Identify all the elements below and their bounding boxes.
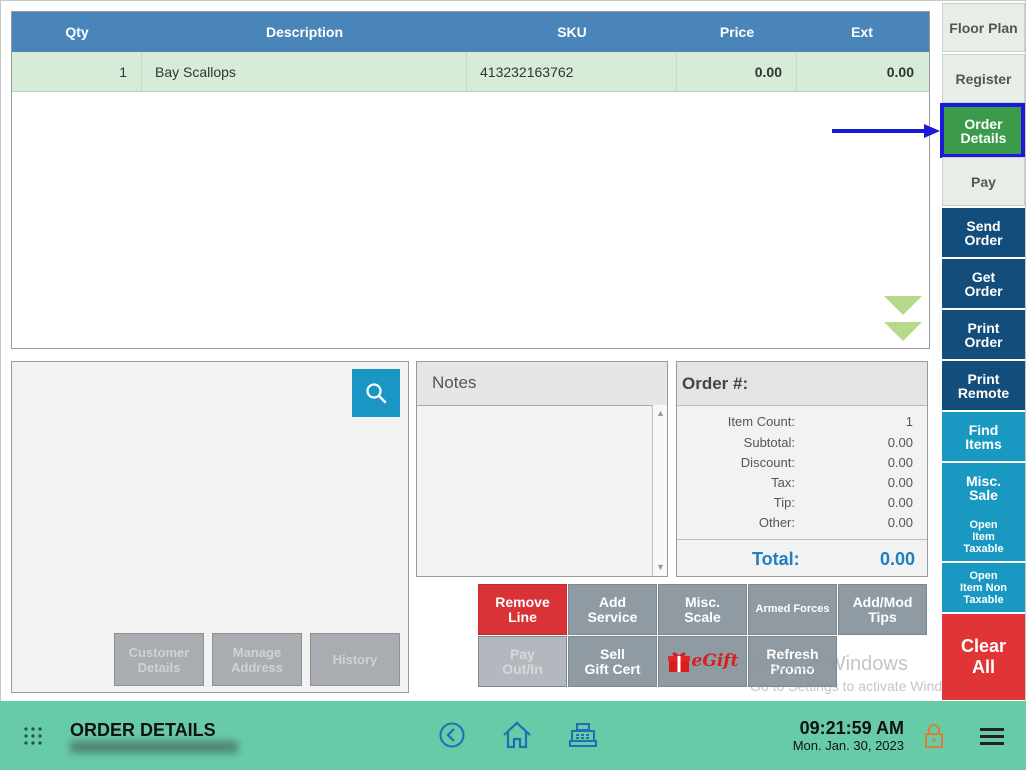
- header-qty: Qty: [65, 24, 89, 40]
- open-item-non-taxable-button[interactable]: Open Item Non Taxable: [942, 563, 1025, 612]
- summary-value: 0.00: [887, 495, 913, 510]
- history-button[interactable]: History: [310, 633, 400, 686]
- pointer-arrow-icon: [832, 124, 940, 138]
- sell-gift-cert-button[interactable]: Sell Gift Cert: [568, 636, 657, 687]
- cell-sku: 413232163762: [467, 52, 677, 91]
- clock-date: Mon. Jan. 30, 2023: [792, 738, 904, 753]
- menu-icon[interactable]: [978, 723, 1006, 749]
- cell-description: Bay Scallops: [142, 52, 467, 91]
- summary-label: Tip:: [773, 495, 795, 510]
- total-value: 0.00: [879, 549, 915, 569]
- order-number-label: Order #:: [682, 374, 749, 393]
- pay-out-in-button[interactable]: Pay Out/In: [478, 636, 567, 687]
- customer-details-button[interactable]: Customer Details: [114, 633, 204, 686]
- cell-price: 0.00: [677, 52, 797, 91]
- egift-label: eGift: [691, 651, 739, 671]
- notes-panel: Notes ▲ ▼: [416, 361, 668, 577]
- summary-line-discount: Discount: 0.00: [677, 453, 927, 473]
- header-price: Price: [719, 24, 755, 40]
- get-order-button[interactable]: Get Order: [942, 259, 1025, 308]
- footer-bar: ORDER DETAILS 09:21:59 AM Mon. Jan. 30, …: [0, 701, 1026, 770]
- clock-time: 09:21:59 AM: [799, 718, 904, 738]
- activation-watermark-title: Activate Windows: [750, 653, 908, 675]
- manage-address-button[interactable]: Manage Address: [212, 633, 302, 686]
- print-order-button[interactable]: Print Order: [942, 310, 1025, 359]
- header-sku: SKU: [557, 24, 587, 40]
- misc-scale-button[interactable]: Misc. Scale: [658, 584, 747, 635]
- summary-line-subtotal: Subtotal: 0.00: [677, 433, 927, 453]
- header-ext: Ext: [851, 24, 873, 40]
- clear-all-button[interactable]: Clear All: [942, 614, 1025, 700]
- send-order-button[interactable]: Send Order: [942, 208, 1025, 257]
- summary-label: Subtotal:: [743, 435, 795, 450]
- armed-forces-button[interactable]: Armed Forces: [748, 584, 837, 635]
- order-summary: Order #: Item Count: 1 Subtotal: 0.00 Di…: [676, 361, 928, 577]
- page-title: ORDER DETAILS: [70, 720, 216, 740]
- customer-search-button[interactable]: [352, 369, 400, 417]
- back-icon[interactable]: [438, 721, 466, 749]
- activation-watermark-text: Go to Settings to activate Windows.: [750, 678, 971, 694]
- summary-line-item-count: Item Count: 1: [677, 412, 927, 432]
- add-mod-tips-button[interactable]: Add/Mod Tips: [838, 584, 927, 635]
- user-info-redacted: [70, 741, 238, 753]
- print-remote-button[interactable]: Print Remote: [942, 361, 1025, 410]
- total-label: Total:: [752, 549, 800, 569]
- summary-value: 0.00: [887, 435, 913, 450]
- register-icon[interactable]: [568, 721, 598, 749]
- remove-line-button[interactable]: Remove Line: [478, 584, 567, 635]
- summary-value: 0.00: [887, 455, 913, 470]
- search-icon: [366, 383, 387, 404]
- summary-label: Other:: [758, 515, 795, 530]
- header-description: Description: [265, 24, 343, 40]
- table-header: Qty Description SKU Price Ext: [12, 12, 929, 52]
- home-icon[interactable]: [501, 720, 533, 750]
- summary-label: Item Count:: [727, 414, 795, 429]
- summary-value: 0.00: [887, 515, 913, 530]
- register-button[interactable]: Register: [942, 54, 1025, 103]
- order-total: Total: 0.00: [677, 539, 927, 577]
- summary-line-tip: Tip: 0.00: [677, 493, 927, 513]
- summary-line-other: Other: 0.00: [677, 513, 927, 533]
- floor-plan-button[interactable]: Floor Plan: [942, 3, 1025, 52]
- notes-textarea[interactable]: [417, 405, 653, 576]
- grid-icon[interactable]: [20, 723, 46, 749]
- order-details-highlight: [940, 103, 1025, 158]
- cell-qty: 1: [12, 52, 142, 91]
- summary-value: 1: [905, 414, 913, 429]
- find-items-button[interactable]: Find Items: [942, 412, 1025, 461]
- scroll-down-icon[interactable]: [884, 296, 922, 344]
- cell-ext: 0.00: [886, 63, 914, 80]
- misc-sale-button[interactable]: Misc. Sale: [942, 463, 1025, 512]
- scroll-down-arrow-icon[interactable]: ▼: [656, 562, 665, 572]
- summary-label: Discount:: [740, 455, 795, 470]
- open-item-taxable-button[interactable]: Open Item Taxable: [942, 512, 1025, 561]
- summary-line-tax: Tax: 0.00: [677, 473, 927, 493]
- pay-button[interactable]: Pay: [942, 157, 1025, 206]
- notes-title: Notes: [432, 373, 477, 392]
- gift-icon: [667, 652, 690, 672]
- summary-value: 0.00: [887, 475, 913, 490]
- summary-label: Tax:: [771, 475, 795, 490]
- scroll-up-icon[interactable]: ▲: [656, 408, 665, 418]
- order-items-table: Qty Description SKU Price Ext 1 Bay Scal…: [11, 11, 930, 349]
- customer-panel: Customer Details Manage Address History: [11, 361, 409, 693]
- egift-button[interactable]: eGift: [658, 636, 747, 687]
- table-row[interactable]: 1 Bay Scallops 413232163762 0.00 0.00: [12, 52, 929, 92]
- lock-icon[interactable]: [922, 722, 946, 750]
- add-service-button[interactable]: Add Service: [568, 584, 657, 635]
- order-number-header: Order #:: [677, 362, 927, 406]
- notes-scrollbar[interactable]: ▲ ▼: [653, 405, 667, 576]
